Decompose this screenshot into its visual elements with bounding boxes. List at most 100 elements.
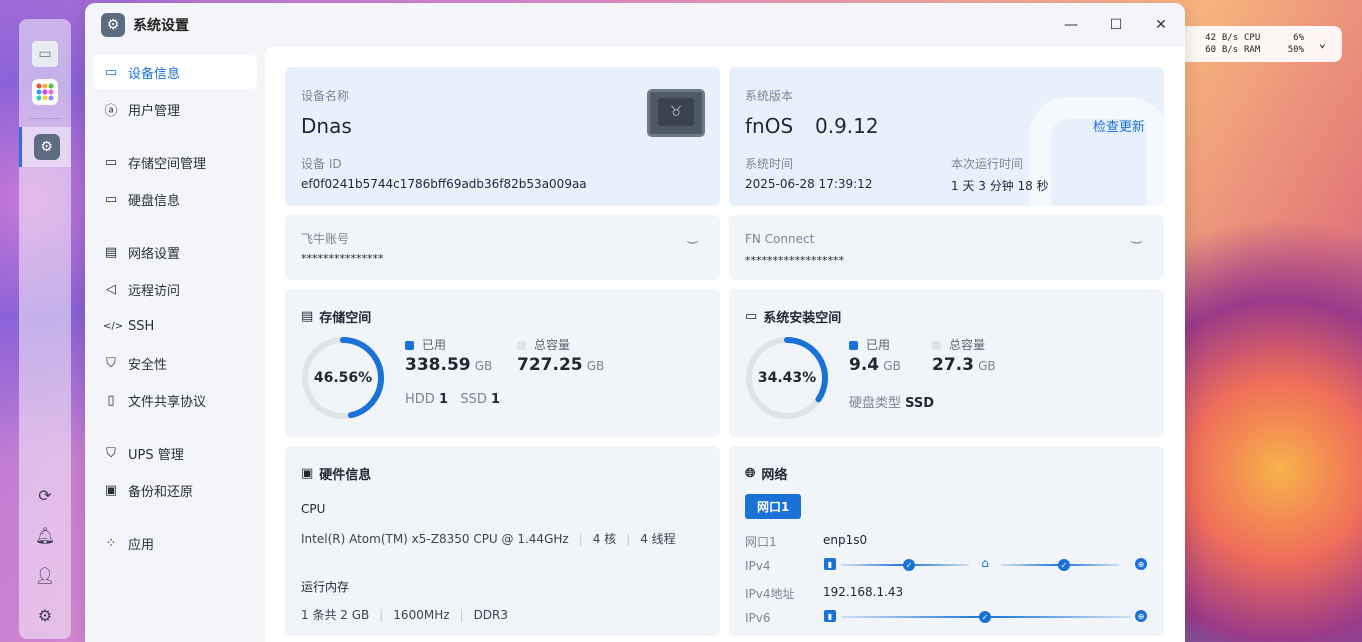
- uptime-label: 本次运行时间: [951, 157, 1024, 171]
- port-value: enp1s0: [823, 533, 868, 547]
- sidebar-item-storage[interactable]: ▭ 存储空间管理: [93, 145, 257, 179]
- account-card: 飞牛账号 *************** ⏝: [285, 215, 720, 280]
- sidebar-item-users[interactable]: ⓐ 用户管理: [93, 92, 257, 126]
- ipv4-address: 192.168.1.43: [823, 585, 904, 599]
- total-legend: 总容量: [932, 336, 985, 353]
- hdd-count: 1: [438, 392, 448, 407]
- settings-icon[interactable]: ⚙: [19, 603, 71, 627]
- system-status-widget[interactable]: 42 B/s CPU 6% 60 B/s RAM 50% ⌄: [1184, 26, 1342, 62]
- sidebar-item-network[interactable]: ▤ 网络设置: [93, 235, 257, 269]
- bell-icon[interactable]: 🔔︎: [19, 523, 71, 547]
- system-card: 系统版本 fnOS 0.9.12 检查更新 系统时间 2025-06-28 17…: [729, 67, 1164, 206]
- system-storage-title-text: 系统安装空间: [763, 311, 842, 326]
- system-time-label: 系统时间: [745, 157, 794, 171]
- chevron-down-icon[interactable]: ⌄: [1319, 36, 1326, 50]
- used-unit: GB: [474, 359, 493, 373]
- used-value: 9.4 GB: [849, 355, 901, 375]
- check-icon: ✓: [903, 559, 915, 571]
- dock-apps[interactable]: [19, 72, 71, 112]
- nav-label: 用户管理: [128, 103, 181, 119]
- account-label: 飞牛账号: [301, 232, 350, 246]
- connect-card: FN Connect ****************** ⏝: [729, 215, 1164, 280]
- minimize-button[interactable]: —: [1061, 15, 1081, 35]
- used-legend: 已用: [849, 336, 890, 353]
- check-icon: ✓: [979, 611, 991, 623]
- storage-gauge: 46.56%: [300, 335, 386, 421]
- os-name: fnOS: [745, 114, 794, 138]
- system-storage-gauge: 34.43%: [744, 335, 830, 421]
- ssd-label: SSD: [460, 392, 487, 407]
- check-update-link[interactable]: 检查更新: [1093, 116, 1145, 135]
- sidebar-item-disk[interactable]: ▭ 硬盘信息: [93, 182, 257, 216]
- sidebar-item-apps[interactable]: ⁘ 应用: [93, 526, 257, 560]
- sidebar-item-remote[interactable]: ◁ 远程访问: [93, 272, 257, 306]
- storage-icon: ▭: [104, 154, 118, 170]
- ssd-count: 1: [491, 392, 501, 407]
- dock-settings[interactable]: ⚙: [19, 127, 71, 167]
- total-value: 27.3 GB: [932, 355, 996, 375]
- total-value: 727.25 GB: [517, 355, 604, 375]
- net-down-value: 60: [1205, 45, 1216, 55]
- sidebar-item-ups[interactable]: ⛉ UPS 管理: [93, 436, 257, 470]
- nav-label: 远程访问: [128, 283, 181, 299]
- maximize-button[interactable]: ☐: [1106, 15, 1126, 35]
- ipv6-label: IPv6: [745, 611, 771, 625]
- cpu-info: Intel(R) Atom(TM) x5-Z8350 CPU @ 1.44GHz…: [301, 532, 676, 546]
- used-number: 9.4: [849, 355, 880, 375]
- sidebar-item-ssh[interactable]: </> SSH: [93, 309, 257, 343]
- sync-icon[interactable]: ⟳: [19, 483, 71, 507]
- hardware-card: ▣ 硬件信息 CPU Intel(R) Atom(TM) x5-Z8350 CPU…: [285, 446, 720, 636]
- sidebar-item-file-sharing[interactable]: ▯ 文件共享协议: [93, 383, 257, 417]
- device-name-label: 设备名称: [301, 89, 350, 103]
- shield-outline-icon: ⛉: [106, 445, 116, 461]
- storage-title: ▤ 存储空间: [301, 307, 371, 326]
- close-button[interactable]: ✕: [1151, 15, 1171, 35]
- dock-desktop[interactable]: ▭: [19, 34, 71, 74]
- ram-label: RAM: [1244, 45, 1261, 55]
- system-storage-title: ▭ 系统安装空间: [745, 307, 841, 326]
- gear-icon: ⚙: [33, 134, 60, 160]
- sidebar-item-backup[interactable]: ▣ 备份和还原: [93, 473, 257, 507]
- tab-port1[interactable]: 网口1: [745, 494, 802, 519]
- main-content: 设备名称 Dnas 设备 ID ef0f0241b5744c1786bff69a…: [265, 47, 1185, 642]
- cpu-label: CPU: [301, 502, 326, 516]
- disk-icon: ▭: [745, 309, 758, 324]
- globe-icon: ⊕: [1135, 610, 1147, 622]
- mem-type: DDR3: [473, 608, 509, 622]
- user-icon[interactable]: 👤︎: [19, 563, 71, 587]
- total-number: 727.25: [517, 355, 583, 375]
- apps-icon: ⁘: [105, 535, 117, 551]
- nav-label: UPS 管理: [128, 447, 184, 463]
- window-title: 系统设置: [133, 18, 189, 34]
- network-card: 🌐︎ 网络 网口1 网口1 enp1s0 IPv4 ▮ ✓ ⌂ ✓ ⊕ IPv4地…: [729, 446, 1164, 636]
- system-storage-percent: 34.43%: [757, 370, 817, 386]
- device-card: 设备名称 Dnas 设备 ID ef0f0241b5744c1786bff69a…: [285, 67, 720, 206]
- total-label: 总容量: [949, 338, 986, 352]
- send-icon: ◁: [106, 281, 116, 297]
- used-unit: GB: [883, 359, 901, 373]
- storage-title-text: 存储空间: [319, 311, 372, 326]
- connect-label: FN Connect: [745, 232, 815, 246]
- gear-icon: ⚙: [101, 13, 125, 37]
- check-icon: ✓: [1058, 559, 1070, 571]
- user-icon: ⓐ: [104, 103, 118, 119]
- device-id-label: 设备 ID: [301, 157, 342, 171]
- eye-closed-icon[interactable]: ⏝: [687, 229, 699, 244]
- net-up-value: 42: [1205, 33, 1216, 43]
- title-bar: ⚙ 系统设置: [85, 3, 1185, 47]
- uptime: 1 天 3 分钟 18 秒: [951, 179, 1049, 193]
- globe-icon: 🌐︎: [745, 466, 756, 481]
- sidebar-item-security[interactable]: ⛉ 安全性: [93, 346, 257, 380]
- mem-freq: 1600MHz: [393, 608, 450, 622]
- backup-icon: ▣: [104, 482, 118, 498]
- total-swatch: [517, 341, 526, 350]
- device-id: ef0f0241b5744c1786bff69adb36f82b53a009aa: [301, 177, 587, 191]
- storage-percent: 46.56%: [313, 370, 373, 386]
- monitor-icon: ▭: [104, 64, 118, 80]
- sidebar-item-device-info[interactable]: ▭ 设备信息: [93, 55, 257, 89]
- globe-icon: ⊕: [1135, 558, 1147, 570]
- storage-icon: ▤: [301, 309, 314, 324]
- nas-port-icon: ▮: [824, 610, 836, 622]
- eye-closed-icon[interactable]: ⏝: [1131, 229, 1143, 244]
- disk-icon: ▭: [104, 191, 118, 207]
